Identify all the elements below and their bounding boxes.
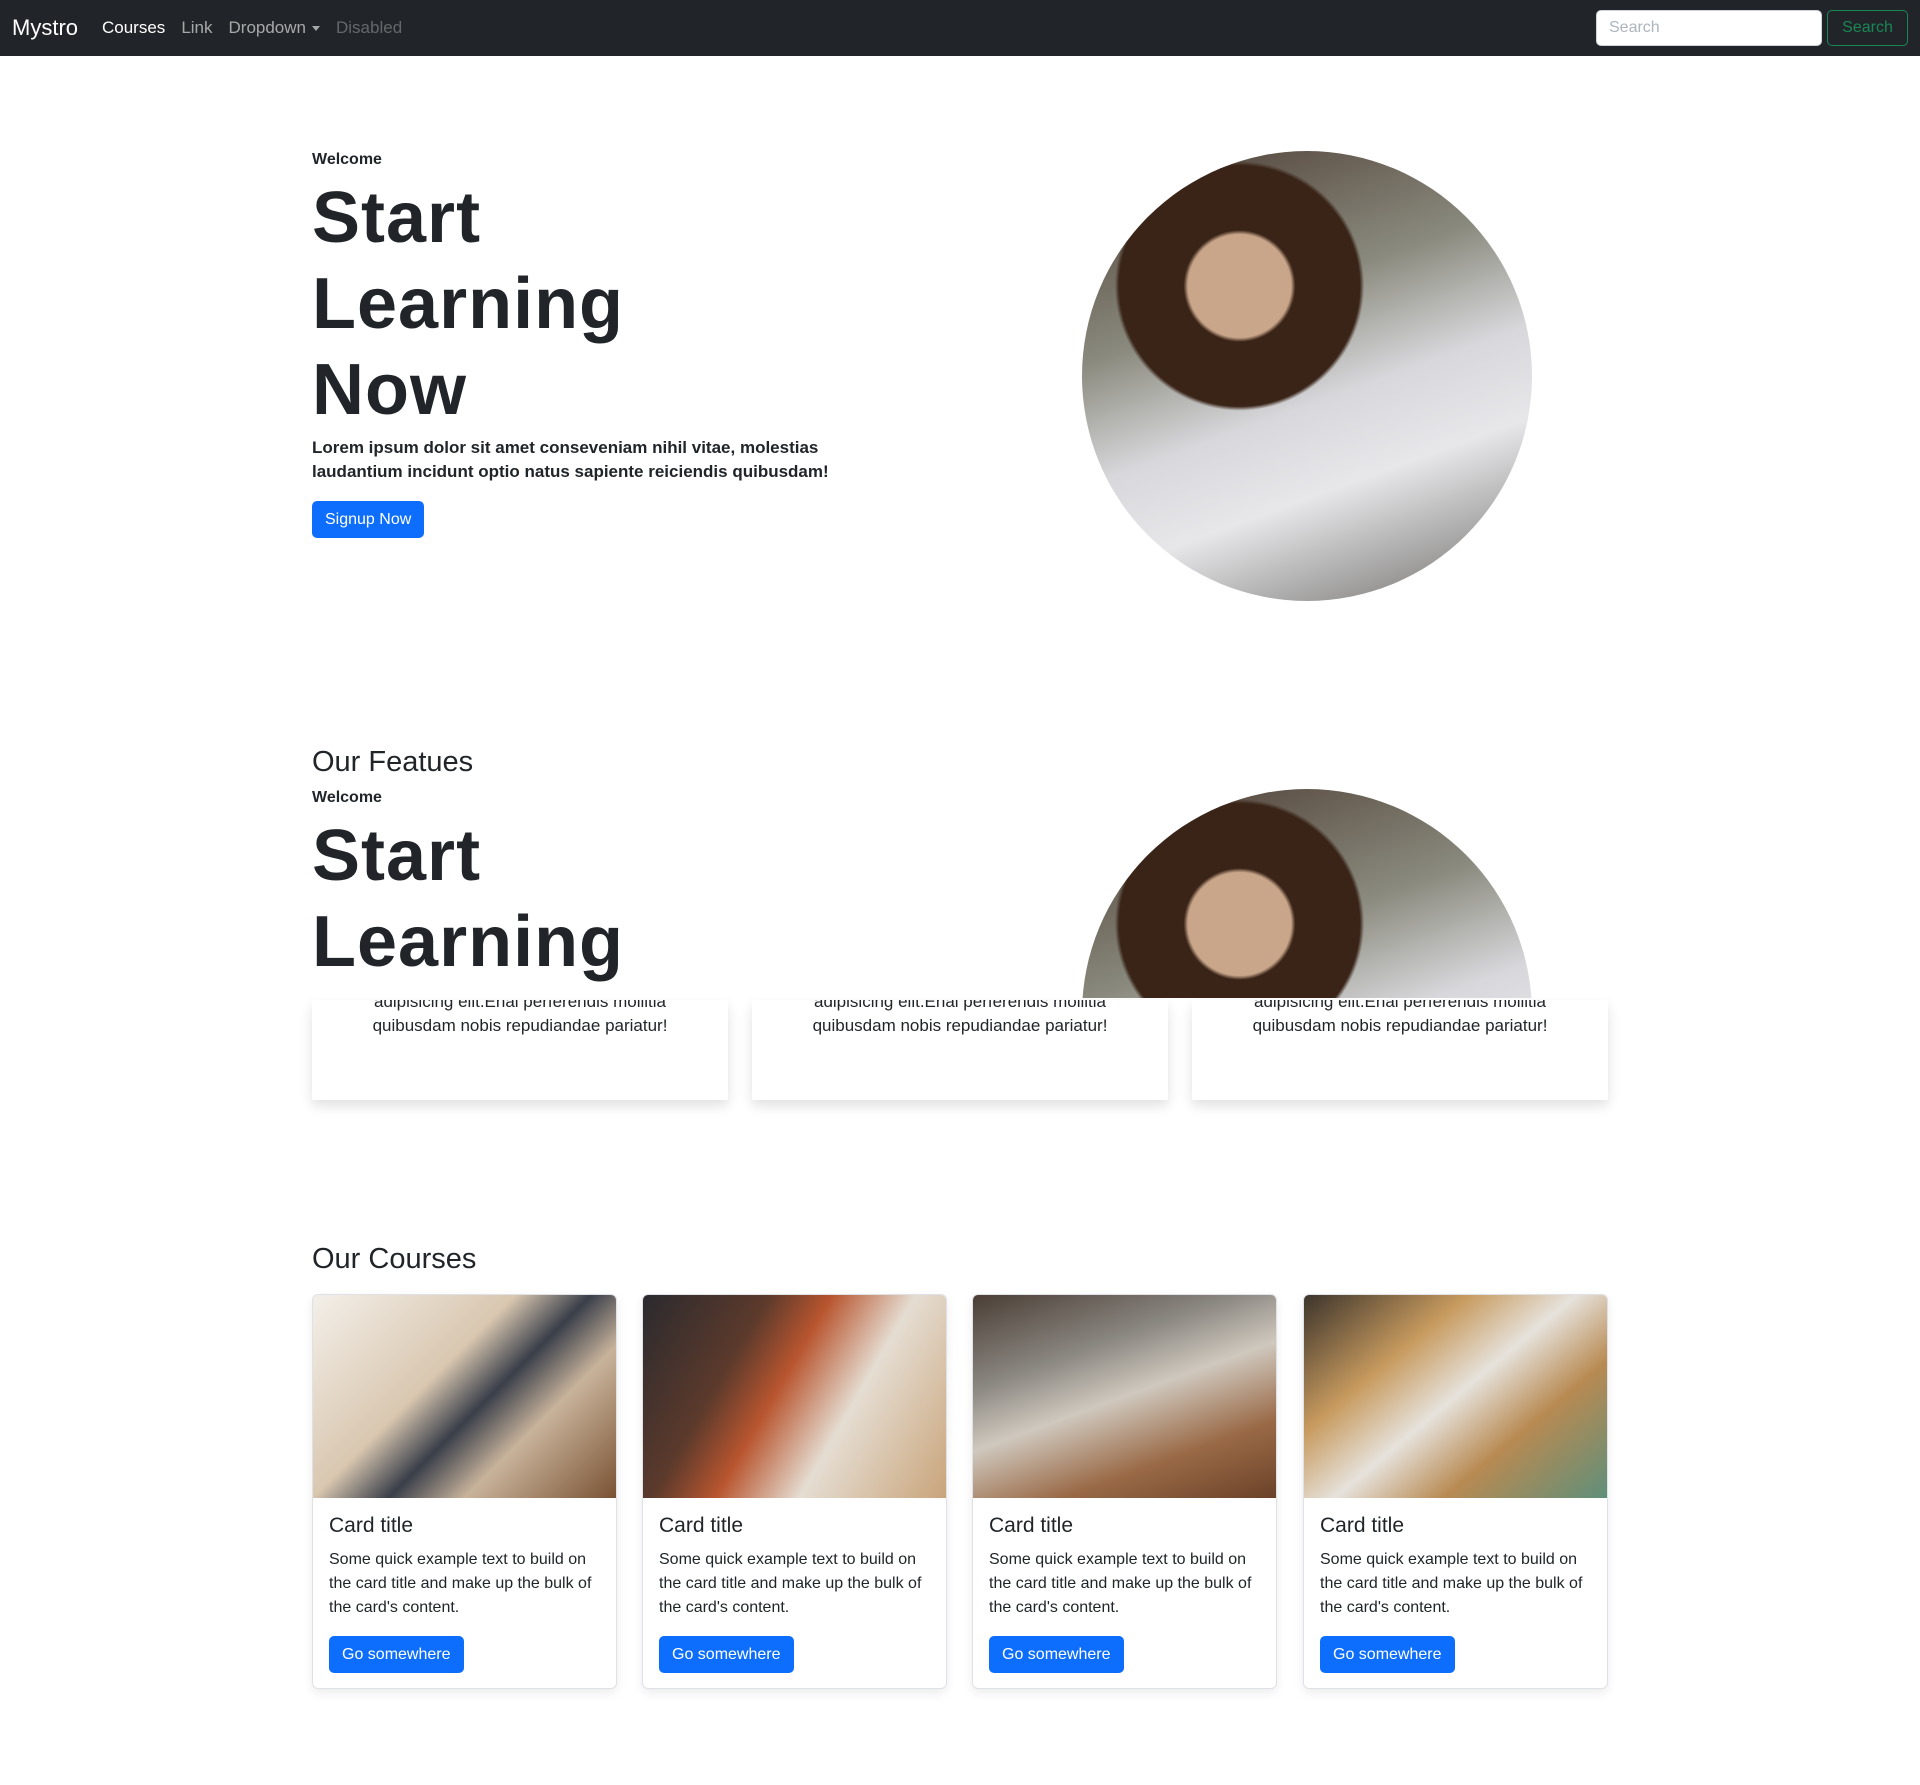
nav-link-link[interactable]: Link [181,18,212,38]
card-title: Card title [989,1514,1074,1537]
go-somewhere-button[interactable]: Go somewhere [1320,1636,1455,1673]
hero-eyebrow: Welcome [312,151,382,168]
nav-link-disabled: Disabled [336,18,403,37]
course-image [313,1295,616,1498]
features-image [1082,789,1532,998]
caret-down-icon [312,26,320,32]
hero-image [1082,151,1532,601]
features-overlay: Our Featues Welcome Start Learning [0,740,1920,998]
course-image [643,1295,946,1498]
hero-title-line: Now [312,350,467,430]
brand-logo[interactable]: Mystro [12,15,78,41]
hero-text: Lorem ipsum dolor sit amet conseveniam n… [312,438,829,481]
feature-card-text-1: adipisicing elit.Enal perferendis mollit… [1254,1000,1546,1011]
course-card: Card title Some quick example text to bui… [1303,1294,1608,1689]
feature-card-text-2: quibusdam nobis repudiandae pariatur! [1252,1016,1548,1035]
feature-card-text-1: adipisicing elit.Enal perferendis mollit… [374,1000,666,1011]
features-eyebrow: Welcome [312,789,382,806]
course-image [1304,1295,1607,1498]
feature-cards: adipisicing elit.Enal perferendis mollit… [312,1000,1608,1100]
nav-dropdown-label: Dropdown [228,18,307,37]
go-somewhere-button[interactable]: Go somewhere [329,1636,464,1673]
card-title: Card title [329,1514,414,1537]
card-text: Some quick example text to build on the … [1320,1551,1583,1616]
card-title: Card title [1320,1514,1405,1537]
nav-link-courses[interactable]: Courses [102,18,165,38]
courses-heading: Our Courses [312,1243,477,1275]
feature-card-text-1: adipisicing elit.Enal perferendis mollit… [814,1000,1106,1011]
go-somewhere-button[interactable]: Go somewhere [989,1636,1124,1673]
search-input[interactable] [1596,10,1822,46]
hero-title-line: Learning [312,264,625,344]
course-card: Card title Some quick example text to bui… [312,1294,617,1689]
search-button[interactable]: Search [1827,10,1908,46]
feature-card-text-2: quibusdam nobis repudiandae pariatur! [812,1016,1108,1035]
card-text: Some quick example text to build on the … [659,1551,922,1616]
go-somewhere-button[interactable]: Go somewhere [659,1636,794,1673]
course-image [973,1295,1276,1498]
hero-title: Start Learning Now [312,175,624,433]
hero-title-line: Start [312,178,482,258]
feature-card: adipisicing elit.Enal perferendis mollit… [312,1000,728,1100]
card-text: Some quick example text to build on the … [329,1551,592,1616]
navbar: Mystro Courses Link Dropdown Disabled Se… [0,0,1920,56]
feature-card-text-2: quibusdam nobis repudiandae pariatur! [372,1016,668,1035]
card-title: Card title [659,1514,744,1537]
course-card: Card title Some quick example text to bui… [972,1294,1277,1689]
nav-dropdown[interactable]: Dropdown [228,18,320,38]
signup-button[interactable]: Signup Now [312,501,425,538]
course-card: Card title Some quick example text to bui… [642,1294,947,1689]
features-heading: Our Featues [312,746,474,778]
feature-card: adipisicing elit.Enal perferendis mollit… [1192,1000,1608,1100]
features-title: Start Learning [312,813,624,985]
features-title-line: Start [312,816,482,896]
features-title-line: Learning [312,902,625,982]
card-text: Some quick example text to build on the … [989,1551,1252,1616]
feature-card: adipisicing elit.Enal perferendis mollit… [752,1000,1168,1100]
